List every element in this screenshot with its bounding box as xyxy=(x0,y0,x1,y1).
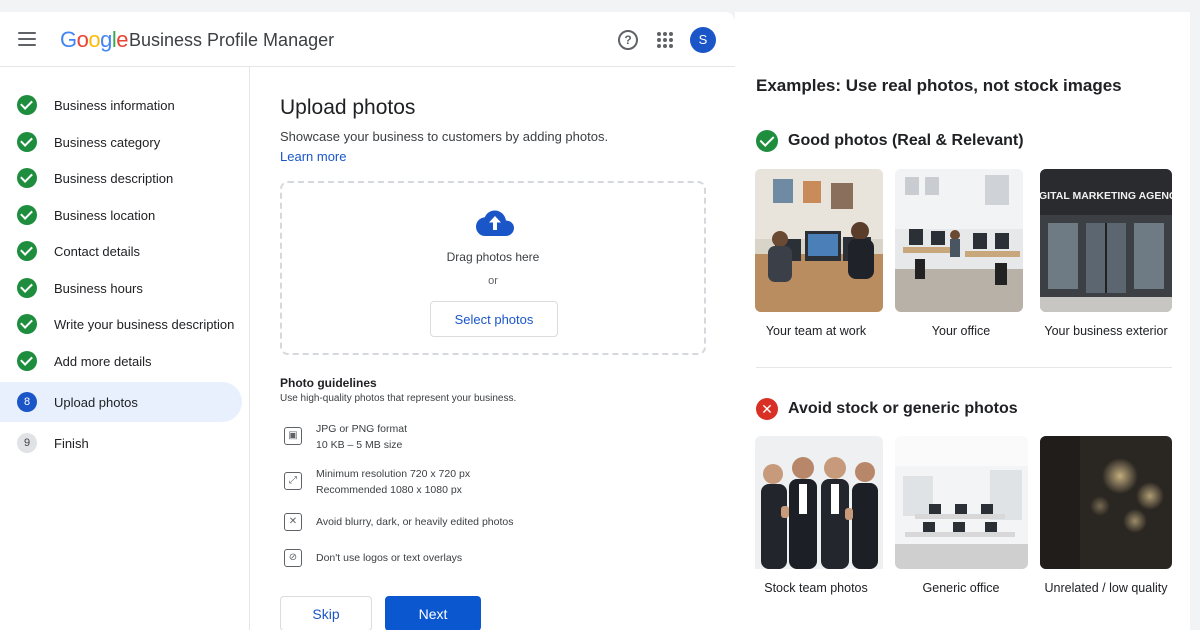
example-photo-team-at-work xyxy=(755,169,883,312)
next-button[interactable]: Next xyxy=(385,596,481,630)
step-business-description[interactable]: Business description xyxy=(0,159,242,197)
check-circle-icon xyxy=(17,241,37,261)
or-text: or xyxy=(488,275,498,287)
cloud-upload-icon xyxy=(476,210,514,236)
section-divider xyxy=(756,367,1172,368)
step-finish[interactable]: 9 Finish xyxy=(0,424,242,462)
step-business-information[interactable]: Business information xyxy=(0,86,242,124)
check-circle-icon xyxy=(17,314,37,334)
step-number-badge: 9 xyxy=(17,433,37,453)
step-add-more-details[interactable]: Add more details xyxy=(0,342,242,380)
check-circle-icon xyxy=(17,205,37,225)
guidelines-subtitle: Use high-quality photos that represent y… xyxy=(280,393,517,404)
hamburger-menu-icon[interactable] xyxy=(18,32,36,46)
guidelines-title: Photo guidelines xyxy=(280,376,377,390)
select-photos-button[interactable]: Select photos xyxy=(430,301,558,337)
no-logo-icon: ⊘ xyxy=(284,549,302,567)
caption-generic-office: Generic office xyxy=(922,581,1000,595)
setup-steps-sidebar: Business information Business category B… xyxy=(0,67,250,630)
photo-dropzone[interactable]: Drag photos here or Select photos xyxy=(280,181,706,355)
example-photo-business-exterior: DIGITAL MARKETING AGENCY xyxy=(1040,169,1172,312)
image-file-icon: ▣ xyxy=(284,427,302,445)
example-photo-generic-office xyxy=(895,436,1028,569)
error-circle-icon: ✕ xyxy=(756,398,778,420)
caption-team-at-work: Your team at work xyxy=(765,324,867,338)
google-logo: Google xyxy=(60,27,129,52)
skip-button[interactable]: Skip xyxy=(280,596,372,630)
business-profile-app: Google Business Profile Manager ? S Busi… xyxy=(0,12,735,630)
page-subtitle: Showcase your business to customers by a… xyxy=(280,129,609,144)
resize-icon: ⤢ xyxy=(284,472,302,490)
caption-stock-team: Stock team photos xyxy=(764,581,868,595)
google-apps-icon[interactable] xyxy=(657,32,673,48)
step-business-category[interactable]: Business category xyxy=(0,123,242,161)
exterior-sign-text: DIGITAL MARKETING AGENCY xyxy=(1040,190,1172,202)
check-circle-icon xyxy=(17,132,37,152)
step-upload-photos[interactable]: 8 Upload photos xyxy=(0,382,242,422)
example-photo-stock-team xyxy=(755,436,883,579)
avoid-photos-heading: ✕ Avoid stock or generic photos xyxy=(756,398,1018,420)
check-circle-icon xyxy=(17,278,37,298)
caption-unrelated-low-quality: Unrelated / low quality xyxy=(1044,581,1168,595)
product-name: Business Profile Manager xyxy=(129,30,335,50)
top-app-bar: Google Business Profile Manager ? S xyxy=(0,12,735,67)
step-contact-details[interactable]: Contact details xyxy=(0,232,242,270)
good-photos-heading: Good photos (Real & Relevant) xyxy=(756,130,1024,152)
examples-title: Examples: Use real photos, not stock ima… xyxy=(756,76,1122,95)
check-circle-icon xyxy=(17,95,37,115)
photo-examples-panel: Examples: Use real photos, not stock ima… xyxy=(735,12,1190,630)
step-business-hours[interactable]: Business hours xyxy=(0,269,242,307)
blur-warning-icon: ✕ xyxy=(284,513,302,531)
caption-business-exterior: Your business exterior xyxy=(1044,324,1168,338)
learn-more-link[interactable]: Learn more xyxy=(280,149,346,164)
page-title: Upload photos xyxy=(280,96,416,119)
check-circle-icon xyxy=(17,351,37,371)
step-write-description[interactable]: Write your business description xyxy=(0,305,242,343)
step-business-location[interactable]: Business location xyxy=(0,196,242,234)
drag-photos-text: Drag photos here xyxy=(446,250,540,264)
caption-your-office: Your office xyxy=(931,324,991,338)
check-circle-icon xyxy=(17,168,37,188)
step-number-badge: 8 xyxy=(17,392,37,412)
check-circle-icon xyxy=(756,130,778,152)
account-avatar[interactable]: S xyxy=(690,27,716,53)
help-icon[interactable]: ? xyxy=(618,30,638,50)
example-photo-your-office xyxy=(895,169,1023,312)
example-photo-unrelated-low-quality xyxy=(1040,436,1172,569)
